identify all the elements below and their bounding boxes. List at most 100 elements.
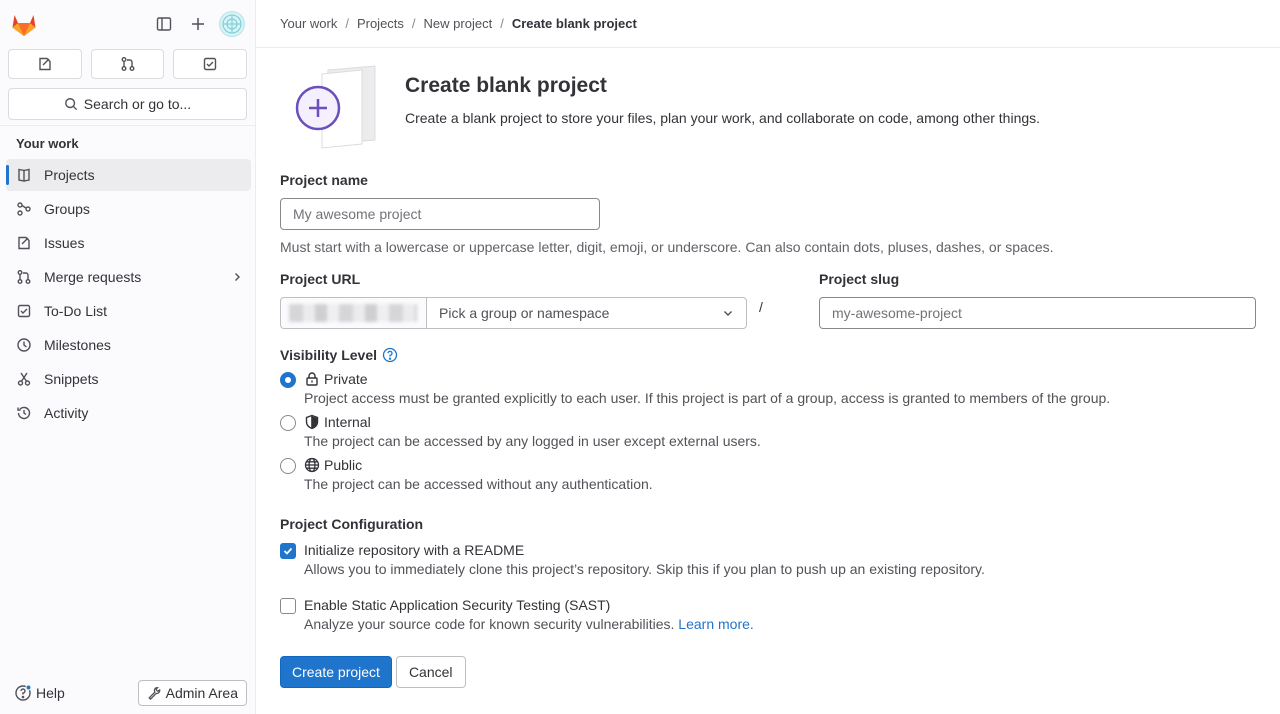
internal-radio[interactable] [280, 415, 296, 431]
project-slug-label: Project slug [819, 271, 900, 287]
sidebar-footer: Help Admin Area [0, 680, 255, 706]
url-prefix [280, 297, 426, 329]
sidebar-section-title: Your work [16, 136, 79, 151]
breadcrumb: Your work / Projects / New project / Cre… [256, 0, 1280, 48]
project-slug-placeholder: my-awesome-project [832, 305, 962, 321]
shield-icon [305, 414, 319, 430]
assigned-issues-button[interactable] [8, 49, 82, 79]
project-url-label: Project URL [280, 271, 361, 287]
internal-label: Internal [324, 414, 371, 430]
page-header: Create blank project Create a blank proj… [280, 64, 1256, 150]
project-slug-input[interactable]: my-awesome-project [819, 297, 1256, 329]
create-new-icon[interactable] [185, 11, 211, 37]
project-url-row: Project URL Pick a group or namespace / … [280, 271, 1256, 329]
page-description: Create a blank project to store your fil… [405, 110, 1041, 126]
help-label: Help [36, 685, 65, 701]
help-icon [15, 684, 32, 701]
sidebar-toggle-icon[interactable] [151, 11, 177, 37]
readme-option: Initialize repository with a README Allo… [280, 542, 1256, 577]
earth-icon [304, 457, 320, 473]
todo-icon [16, 303, 32, 319]
sidebar: Search or go to... Your work Projects Gr… [0, 0, 256, 714]
visibility-option-private: Private Project access must be granted e… [280, 371, 1256, 406]
create-project-form: Create blank project Create a blank proj… [256, 64, 1280, 688]
private-radio[interactable] [280, 372, 296, 388]
sidebar-header [0, 0, 255, 48]
public-label: Public [324, 457, 363, 473]
search-icon [64, 98, 77, 111]
sast-checkbox[interactable] [280, 598, 296, 614]
breadcrumb-new-project[interactable]: New project [424, 16, 493, 31]
internal-description: The project can be accessed by any logge… [304, 433, 761, 449]
project-name-label: Project name [280, 172, 368, 188]
sidebar-item-label: Merge requests [44, 269, 142, 285]
breadcrumb-separator: / [345, 16, 349, 31]
sidebar-item-todo-list[interactable]: To-Do List [6, 295, 251, 327]
admin-area-button[interactable]: Admin Area [137, 680, 247, 706]
form-actions: Create project Cancel [280, 656, 1256, 688]
namespace-select[interactable]: Pick a group or namespace [426, 297, 747, 329]
visibility-title: Visibility Level [280, 347, 1256, 363]
merge-request-icon [16, 269, 32, 285]
lock-icon [306, 372, 318, 386]
merge-request-icon [121, 57, 134, 71]
create-project-button[interactable]: Create project [280, 656, 392, 688]
sast-description: Analyze your source code for known secur… [304, 616, 675, 632]
sidebar-item-milestones[interactable]: Milestones [6, 329, 251, 361]
breadcrumb-current[interactable]: Create blank project [512, 16, 637, 31]
breadcrumb-separator: / [500, 16, 504, 31]
sidebar-item-merge-requests[interactable]: Merge requests [6, 261, 251, 293]
project-name-placeholder: My awesome project [293, 206, 422, 222]
page-title: Create blank project [405, 74, 607, 97]
public-radio[interactable] [280, 458, 296, 474]
sidebar-item-issues[interactable]: Issues [6, 227, 251, 259]
slash-text: / [759, 299, 763, 315]
sast-option: Enable Static Application Security Testi… [280, 597, 1256, 632]
config-label: Project Configuration [280, 516, 424, 532]
sidebar-item-activity[interactable]: Activity [6, 397, 251, 429]
sidebar-item-snippets[interactable]: Snippets [6, 363, 251, 395]
history-icon [16, 405, 32, 421]
snippet-icon [16, 371, 32, 387]
project-configuration: Project Configuration Initialize reposit… [280, 516, 1256, 632]
sidebar-item-label: Projects [44, 167, 95, 183]
sidebar-item-projects[interactable]: Projects [6, 159, 251, 191]
project-name-field: Project name My awesome project Must sta… [280, 172, 1256, 255]
question-icon[interactable] [382, 347, 398, 363]
sast-label: Enable Static Application Security Testi… [304, 597, 611, 613]
private-description: Project access must be granted explicitl… [304, 390, 1111, 406]
breadcrumb-projects[interactable]: Projects [357, 16, 404, 31]
visibility-option-public: Public The project can be accessed witho… [280, 457, 1256, 492]
user-avatar[interactable] [219, 11, 245, 37]
gitlab-logo-icon[interactable] [10, 10, 38, 38]
todo-icon [203, 57, 217, 71]
project-name-help: Must start with a lowercase or uppercase… [280, 239, 1054, 255]
chevron-down-icon [724, 311, 732, 316]
private-label: Private [324, 371, 368, 387]
sast-learn-more-link[interactable]: Learn more. [678, 616, 753, 632]
sidebar-item-label: Activity [44, 405, 89, 421]
readme-description: Allows you to immediately clone this pro… [304, 561, 985, 577]
todo-button[interactable] [173, 49, 248, 79]
project-url-field: Project URL Pick a group or namespace [280, 271, 747, 329]
admin-icon [147, 687, 160, 700]
project-name-input[interactable]: My awesome project [280, 198, 600, 230]
blank-project-illustration [280, 64, 380, 150]
project-url-group: Pick a group or namespace [280, 297, 747, 329]
issues-icon [16, 235, 32, 251]
chevron-right-icon[interactable] [231, 271, 243, 283]
readme-label: Initialize repository with a README [304, 542, 525, 558]
merge-requests-button[interactable] [90, 49, 165, 79]
namespace-placeholder: Pick a group or namespace [439, 305, 610, 321]
issues-icon [39, 57, 51, 71]
sidebar-item-groups[interactable]: Groups [6, 193, 251, 225]
sidebar-item-label: To-Do List [44, 303, 108, 319]
help-button[interactable]: Help [14, 684, 65, 702]
cancel-button[interactable]: Cancel [395, 656, 466, 688]
readme-checkbox[interactable] [280, 543, 296, 559]
search-label: Search or go to... [83, 96, 192, 112]
sidebar-item-label: Groups [44, 201, 90, 217]
search-button[interactable]: Search or go to... [8, 88, 247, 120]
breadcrumb-your-work[interactable]: Your work [280, 16, 337, 31]
milestone-icon [16, 337, 32, 353]
